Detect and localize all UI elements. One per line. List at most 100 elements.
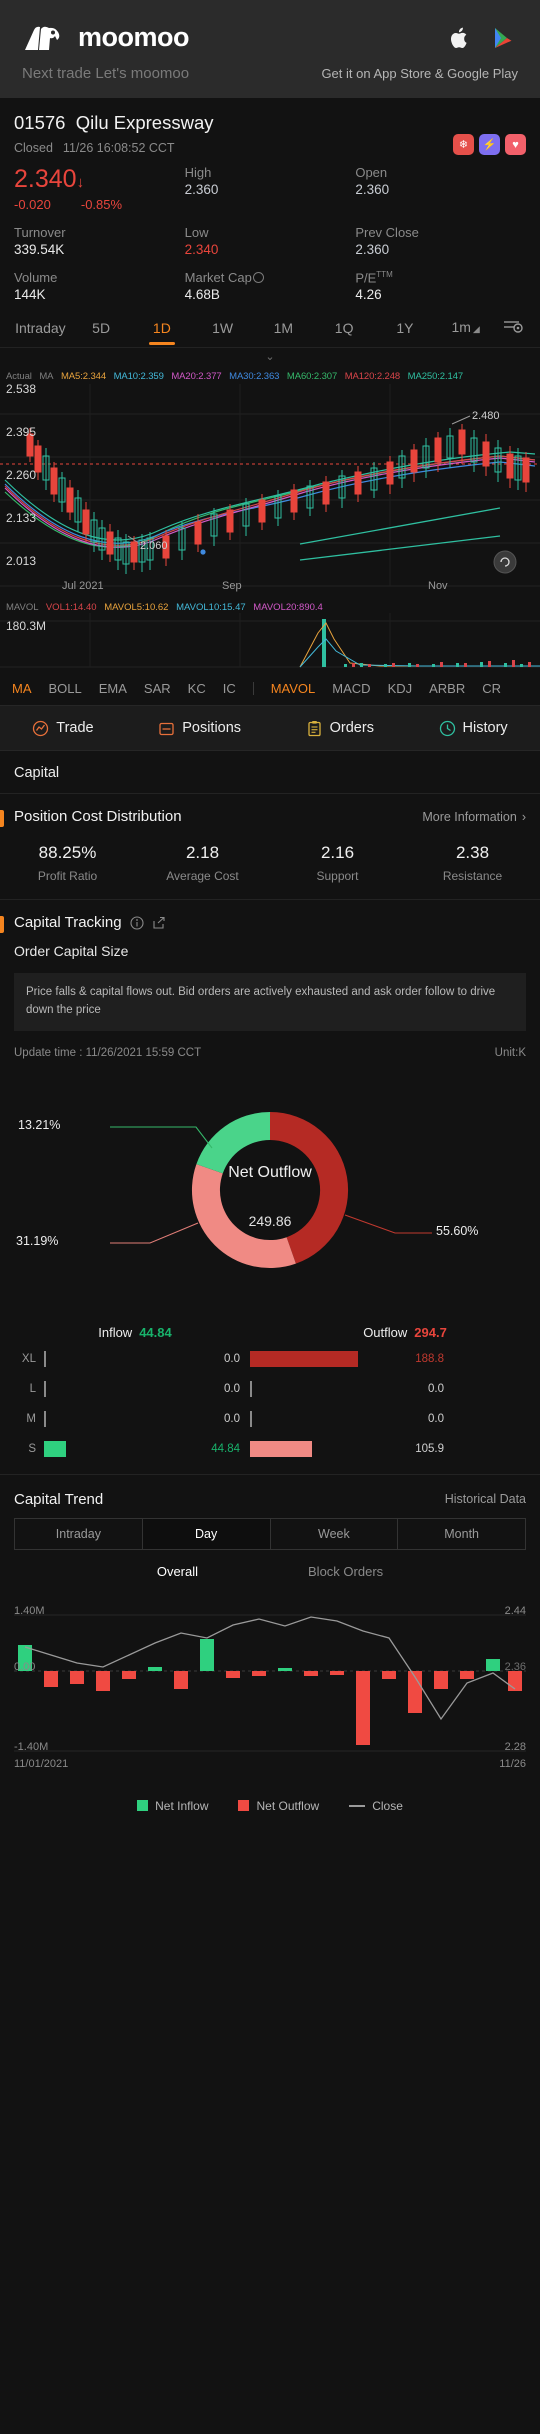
timeframe-1d[interactable]: 1D [132,308,193,348]
ticker-symbol: 01576 [14,112,66,133]
indicator-cr[interactable]: CR [482,681,501,696]
timeframe-1q[interactable]: 1Q [314,308,375,348]
indicator-ema[interactable]: EMA [99,681,127,696]
market-status: Closed [14,141,53,155]
historical-data-link[interactable]: Historical Data [445,1492,526,1506]
price-axis-4: 2.013 [6,554,37,569]
period-week[interactable]: Week [271,1518,399,1549]
volume-area[interactable]: 180.3M [0,613,540,675]
capital-trend-chart[interactable]: 1.40M 0.00 -1.40M 2.44 2.36 2.28 11/01/2… [0,1593,540,1789]
price-change-pct: -0.85% [80,196,123,212]
period-day[interactable]: Day [142,1518,271,1549]
indicator-kc[interactable]: KC [188,681,206,696]
indicator-ic[interactable]: IC [223,681,236,696]
indicator-macd[interactable]: MACD [332,681,370,696]
order-capital-donut-chart: 13.21% 55.60% 31.19% Net Outflow 249.86 [0,1065,540,1315]
positions-label: Positions [182,720,242,737]
action-bar[interactable]: Trade Positions Orders History [0,705,540,752]
table-row: XL 0.0 188.8 [0,1344,540,1374]
row-label-m: M [26,1412,36,1425]
row-label-l: L [29,1382,36,1395]
volume-axis-max: 180.3M [6,619,47,634]
page-title: 01576 Qilu Expressway [14,112,214,134]
table-row: M 0.0 0.0 [0,1404,540,1434]
outflow-value-l: 0.0 [428,1382,444,1395]
indicator-kdj[interactable]: KDJ [388,681,413,696]
heart-badge[interactable]: ♥ [505,134,526,155]
donut-label-inflow: 13.21% [18,1117,61,1132]
tab-block-orders[interactable]: Block Orders [308,1564,383,1579]
capital-tracking-title: Capital Tracking [14,914,166,931]
history-button[interactable]: History [439,720,508,737]
indicator-tabs[interactable]: MA BOLL EMA SAR KC IC MAVOL MACD KDJ ARB… [0,675,540,705]
table-row: L 0.0 0.0 [0,1374,540,1404]
x-label-1: Sep [222,580,242,593]
info-circle-icon[interactable] [130,916,144,930]
candlestick-area[interactable]: 2.538 2.395 2.260 2.133 2.013 2.480 2.06… [0,382,540,599]
apple-icon[interactable] [450,26,470,50]
position-cost-title: Position Cost Distribution [14,808,182,826]
google-play-icon[interactable] [492,26,514,50]
share-external-icon[interactable] [152,916,166,930]
mavol10-value: MAVOL10:15.47 [176,602,246,614]
stat-average-cost: 2.18 Average Cost [166,843,239,884]
hk-flag-badge: ❄ [453,134,474,155]
indicator-sar[interactable]: SAR [144,681,171,696]
info-dot-icon[interactable] [252,271,264,283]
orders-button[interactable]: Orders [306,720,374,737]
timeframe-1min[interactable]: 1m ◢ [435,307,496,349]
timeframe-5d[interactable]: 5D [71,308,132,348]
timeframe-1m[interactable]: 1M [253,308,314,348]
timeframe-intraday[interactable]: Intraday [10,308,71,348]
ct-ylabel-right-mid: 2.36 [504,1660,526,1673]
stat-value-market-cap: 4.68B [184,286,220,302]
inflow-bar-m [44,1410,46,1427]
ct-ylabel-right-bottom: 2.28 [504,1740,526,1753]
capital-note: Price falls & capital flows out. Bid ord… [14,973,526,1031]
stat-value-open: 2.360 [355,182,390,197]
row-label-s: S [28,1442,36,1455]
outflow-bar-xl [250,1350,358,1367]
chart-settings-icon[interactable] [496,318,530,337]
capital-section-label: Capital [14,765,60,782]
ma20-value: MA20:2.377 [171,371,222,383]
price-change: -0.020 [14,196,51,212]
ma250-value: MA250:2.147 [407,371,464,383]
x-label-2: Nov [428,580,448,593]
price-chart[interactable]: Actual MA MA5:2.344 MA10:2.359 MA20:2.37… [0,367,540,675]
promo-cta[interactable]: Get it on App Store & Google Play [321,66,518,81]
period-segmented-control[interactable]: Intraday Day Week Month [14,1517,526,1550]
outflow-bar-l [250,1380,252,1397]
timeframe-1w[interactable]: 1W [192,308,253,348]
price-axis-0: 2.538 [6,382,37,397]
ct-ylabel-left-top: 1.40M [14,1604,45,1617]
stat-value-high: 2.360 [184,182,219,197]
trade-button[interactable]: Trade [32,720,94,737]
orders-label: Orders [329,720,374,737]
indicator-mavol[interactable]: MAVOL [271,681,316,696]
market-status-row: Closed 11/26 16:08:52 CCT [14,141,214,155]
stat-value-volume: 144K [14,286,46,302]
inflow-bar-s [44,1440,66,1457]
chart-collapse-toggle[interactable]: ⌄ [0,348,540,367]
tab-overall[interactable]: Overall [157,1564,198,1579]
stat-value-pe: 4.26 [355,287,382,303]
positions-button[interactable]: Positions [158,720,241,737]
history-clock-icon [439,720,455,736]
period-intraday[interactable]: Intraday [15,1518,143,1549]
indicator-ma[interactable]: MA [12,681,32,696]
period-month[interactable]: Month [398,1519,525,1549]
position-cost-header: Position Cost Distribution More Informat… [0,794,540,828]
timeframe-1y[interactable]: 1Y [375,308,436,348]
capital-trend-tabs[interactable]: Overall Block Orders [0,1550,540,1587]
capital-tracking-header: Capital Tracking [0,900,540,934]
down-arrow-icon: ↓ [76,174,85,191]
more-information-link[interactable]: More Information › [422,810,526,824]
inflow-value-l: 0.0 [224,1382,240,1395]
indicator-arbr[interactable]: ARBR [429,681,465,696]
stat-label-volume: Volume [14,269,58,285]
capital-trend-legend: Net Inflow Net Outflow Close [0,1789,540,1813]
stat-label-low: Low [184,224,209,240]
indicator-boll[interactable]: BOLL [49,681,82,696]
timeframe-tabs[interactable]: Intraday 5D 1D 1W 1M 1Q 1Y 1m ◢ [0,307,540,349]
